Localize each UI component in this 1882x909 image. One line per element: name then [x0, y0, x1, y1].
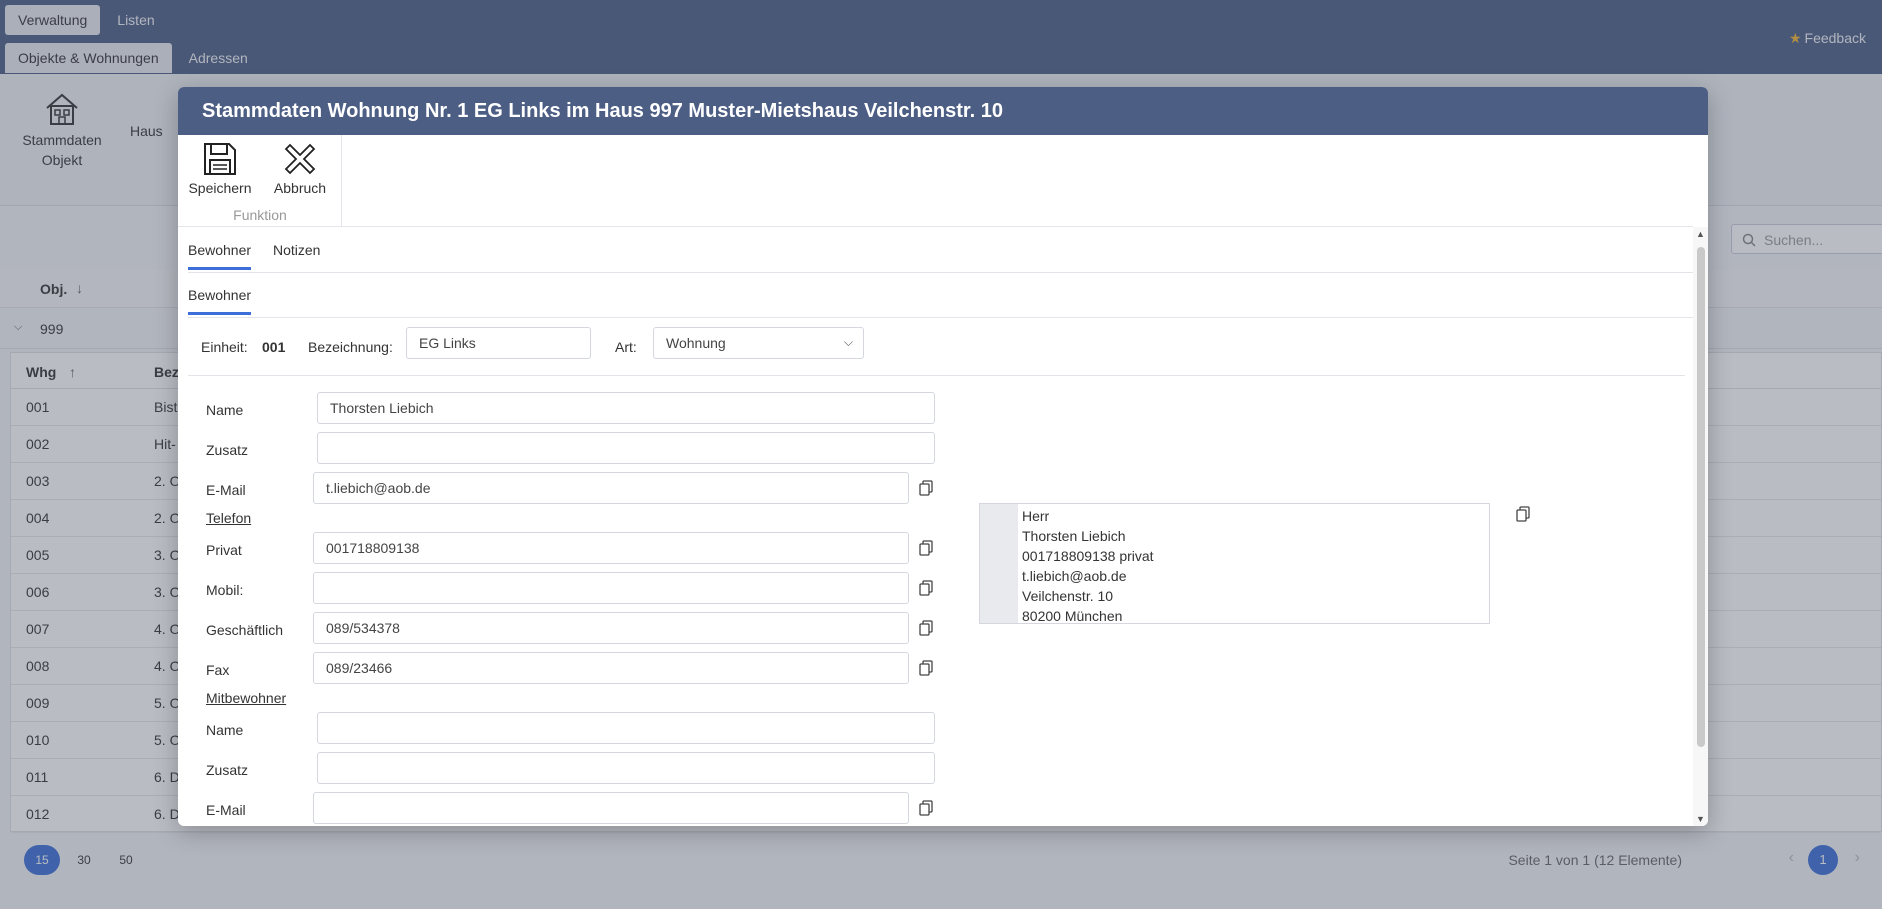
email-label: E-Mail — [206, 482, 246, 498]
fax-label: Fax — [206, 662, 230, 678]
copy-icon[interactable] — [919, 480, 933, 496]
address-line: t.liebich@aob.de — [1022, 568, 1127, 584]
copy-icon[interactable] — [919, 540, 933, 556]
address-line: Veilchenstr. 10 — [1022, 588, 1114, 604]
email-field[interactable]: t.liebich@aob.de — [313, 472, 909, 504]
telefon-section: Telefon — [206, 510, 252, 526]
mitbewohner-zusatz-label: Zusatz — [206, 762, 249, 778]
chevron-down-icon: ⌵ — [843, 335, 853, 349]
cancel-label: Abbruch — [273, 180, 327, 196]
address-line: 80200 München — [1022, 608, 1123, 624]
mitbewohner-name-field[interactable] — [317, 712, 935, 744]
mitbewohner-zusatz-field[interactable] — [317, 752, 935, 784]
scroll-up-icon[interactable]: ▲ — [1696, 229, 1705, 239]
address-preview: Herr Thorsten Liebich 001718809138 privat t… — [979, 503, 1490, 624]
dialog-scrollbar[interactable]: ▲ ▼ — [1693, 227, 1708, 826]
address-line: Thorsten Liebich — [1022, 528, 1126, 544]
mitbewohner-email-field[interactable] — [313, 792, 909, 824]
einheit-label: Einheit: — [201, 339, 248, 355]
einheit-value: 001 — [262, 339, 286, 355]
dialog-tabs: Bewohner Notizen — [188, 228, 1693, 273]
address-line: 001718809138 privat — [1022, 548, 1154, 564]
function-group: Speichern Abbruch Funktion — [178, 135, 342, 227]
dialog-toolbar: Speichern Abbruch Funktion — [178, 135, 1693, 227]
address-gutter — [980, 504, 1018, 623]
art-label: Art: — [615, 339, 637, 355]
close-icon — [284, 143, 316, 175]
save-button[interactable]: Speichern — [184, 141, 256, 196]
unit-row: Einheit: 001 Bezeichnung: EG Links Art: … — [188, 318, 1685, 376]
privat-label: Privat — [206, 542, 242, 558]
name-field[interactable]: Thorsten Liebich — [317, 392, 935, 424]
mitbewohner-email-label: E-Mail — [206, 802, 246, 818]
mitbewohner-name-label: Name — [206, 722, 244, 738]
fax-field[interactable]: 089/23466 — [313, 652, 909, 684]
copy-icon[interactable] — [919, 800, 933, 816]
address-lines: Herr Thorsten Liebich 001718809138 privat t… — [1022, 506, 1154, 626]
copy-address-icon[interactable] — [1516, 506, 1530, 522]
subtab-bewohner[interactable]: Bewohner — [188, 287, 252, 315]
zusatz-field[interactable] — [317, 432, 935, 464]
name-label: Name — [206, 402, 244, 418]
bewohner-form: Name Thorsten Liebich Zusatz E-Mail t.li… — [178, 376, 1688, 826]
mobil-label: Mobil: — [206, 582, 244, 598]
dialog-subtabs: Bewohner — [188, 273, 1693, 318]
address-line: Herr — [1022, 508, 1050, 524]
stammdaten-wohnung-dialog: Stammdaten Wohnung Nr. 1 EG Links im Hau… — [178, 87, 1708, 826]
privat-phone-field[interactable]: 001718809138 — [313, 532, 909, 564]
mobil-phone-field[interactable] — [313, 572, 909, 604]
scrollbar-thumb[interactable] — [1697, 247, 1705, 747]
geschaeftlich-label: Geschäftlich — [206, 622, 284, 638]
copy-icon[interactable] — [919, 620, 933, 636]
function-group-label: Funktion — [233, 207, 287, 223]
art-select[interactable]: Wohnung ⌵ — [653, 327, 864, 359]
tab-bewohner[interactable]: Bewohner — [188, 242, 252, 270]
bezeichnung-label: Bezeichnung: — [308, 339, 393, 355]
zusatz-label: Zusatz — [206, 442, 249, 458]
mitbewohner-section: Mitbewohner — [206, 690, 287, 706]
dialog-title: Stammdaten Wohnung Nr. 1 EG Links im Hau… — [178, 87, 1708, 135]
geschaeftlich-phone-field[interactable]: 089/534378 — [313, 612, 909, 644]
art-value: Wohnung — [666, 335, 726, 351]
scroll-down-icon[interactable]: ▼ — [1696, 814, 1705, 824]
save-label: Speichern — [188, 180, 252, 196]
bezeichnung-field[interactable]: EG Links — [406, 327, 591, 359]
copy-icon[interactable] — [919, 580, 933, 596]
floppy-disk-icon — [204, 143, 236, 175]
cancel-button[interactable]: Abbruch — [264, 141, 336, 196]
tab-notizen[interactable]: Notizen — [273, 242, 320, 267]
copy-icon[interactable] — [919, 660, 933, 676]
